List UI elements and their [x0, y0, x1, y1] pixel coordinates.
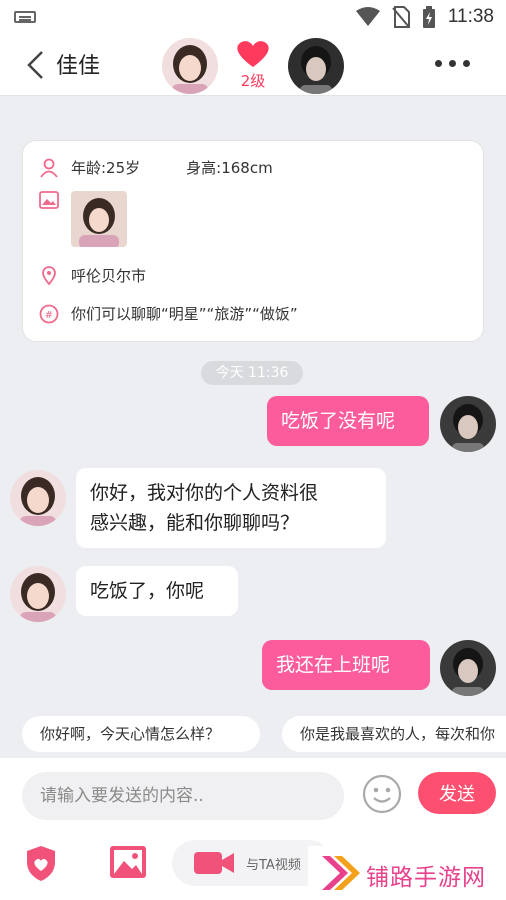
chat-header: 佳佳 2级: [0, 34, 506, 96]
partner-message-avatar[interactable]: [10, 566, 66, 622]
my-message-avatar[interactable]: [440, 396, 496, 452]
heart-icon: [237, 41, 269, 67]
image-picker-icon[interactable]: [108, 844, 148, 880]
partner-avatar[interactable]: [162, 38, 218, 94]
message-input[interactable]: [22, 772, 344, 820]
intimacy-level[interactable]: 2级: [232, 40, 274, 90]
message-bubble-sent[interactable]: 吃饭了没有呢: [267, 396, 429, 446]
emoji-icon[interactable]: [362, 774, 402, 814]
back-arrow-icon[interactable]: [24, 50, 48, 80]
image-icon: [39, 191, 59, 209]
person-icon: [40, 158, 58, 178]
battery-icon: [422, 6, 435, 28]
quick-reply-chip[interactable]: 你是我最喜欢的人，每次和你: [282, 716, 506, 752]
send-button[interactable]: 发送: [418, 772, 496, 814]
wifi-icon: [355, 7, 380, 26]
status-bar: 11:38: [0, 0, 506, 34]
city-text: 呼伦贝尔市: [71, 267, 147, 285]
location-row: 呼伦贝尔市: [39, 265, 146, 286]
gift-shield-icon[interactable]: [24, 844, 58, 882]
watermark: 铺路手游网: [308, 846, 506, 900]
clock: 11:38: [447, 6, 494, 27]
topics-text: 你们可以聊聊“明星”“旅游”“做饭”: [71, 305, 298, 323]
message-timestamp: 今天 11:36: [201, 361, 303, 385]
watermark-text: 铺路手游网: [366, 865, 486, 891]
my-message-avatar[interactable]: [440, 640, 496, 696]
message-bubble-sent[interactable]: 我还在上班呢: [262, 640, 430, 690]
svg-text:#: #: [45, 310, 53, 321]
message-line: 你好，我对你的个人资料很: [90, 482, 319, 504]
partner-message-avatar[interactable]: [10, 470, 66, 526]
no-sim-icon: [392, 6, 410, 28]
more-menu-button[interactable]: [435, 60, 470, 67]
video-camera-icon: [194, 852, 234, 874]
watermark-logo-icon: [322, 856, 360, 890]
message-bubble-received[interactable]: 吃饭了，你呢: [76, 566, 238, 616]
quick-reply-chip[interactable]: 你好啊，今天心情怎么样？: [22, 716, 260, 752]
page-title: 佳佳: [56, 54, 101, 79]
profile-photo[interactable]: [71, 191, 127, 247]
age-text: 年龄:25岁: [71, 159, 141, 177]
profile-card: 年龄:25岁 身高:168cm 呼伦贝尔市 # 你们可以聊聊“明星”“旅游”“做…: [22, 140, 484, 342]
topic-icon: #: [39, 304, 59, 323]
message-bubble-received[interactable]: 你好，我对你的个人资料很 感兴趣，能和你聊聊吗？: [76, 468, 386, 548]
height-text: 身高:168cm: [186, 159, 273, 177]
location-pin-icon: [42, 265, 56, 285]
video-call-label: 与TA视频: [246, 858, 301, 873]
message-line: 感兴趣，能和你聊聊吗？: [90, 512, 300, 534]
level-label: 2级: [240, 72, 266, 90]
topics-row: # 你们可以聊聊“明星”“旅游”“做饭”: [39, 303, 298, 324]
age-height-row: 年龄:25岁 身高:168cm: [39, 157, 273, 178]
keyboard-icon: [14, 11, 36, 23]
photo-row: [39, 191, 59, 209]
my-avatar[interactable]: [288, 38, 344, 94]
